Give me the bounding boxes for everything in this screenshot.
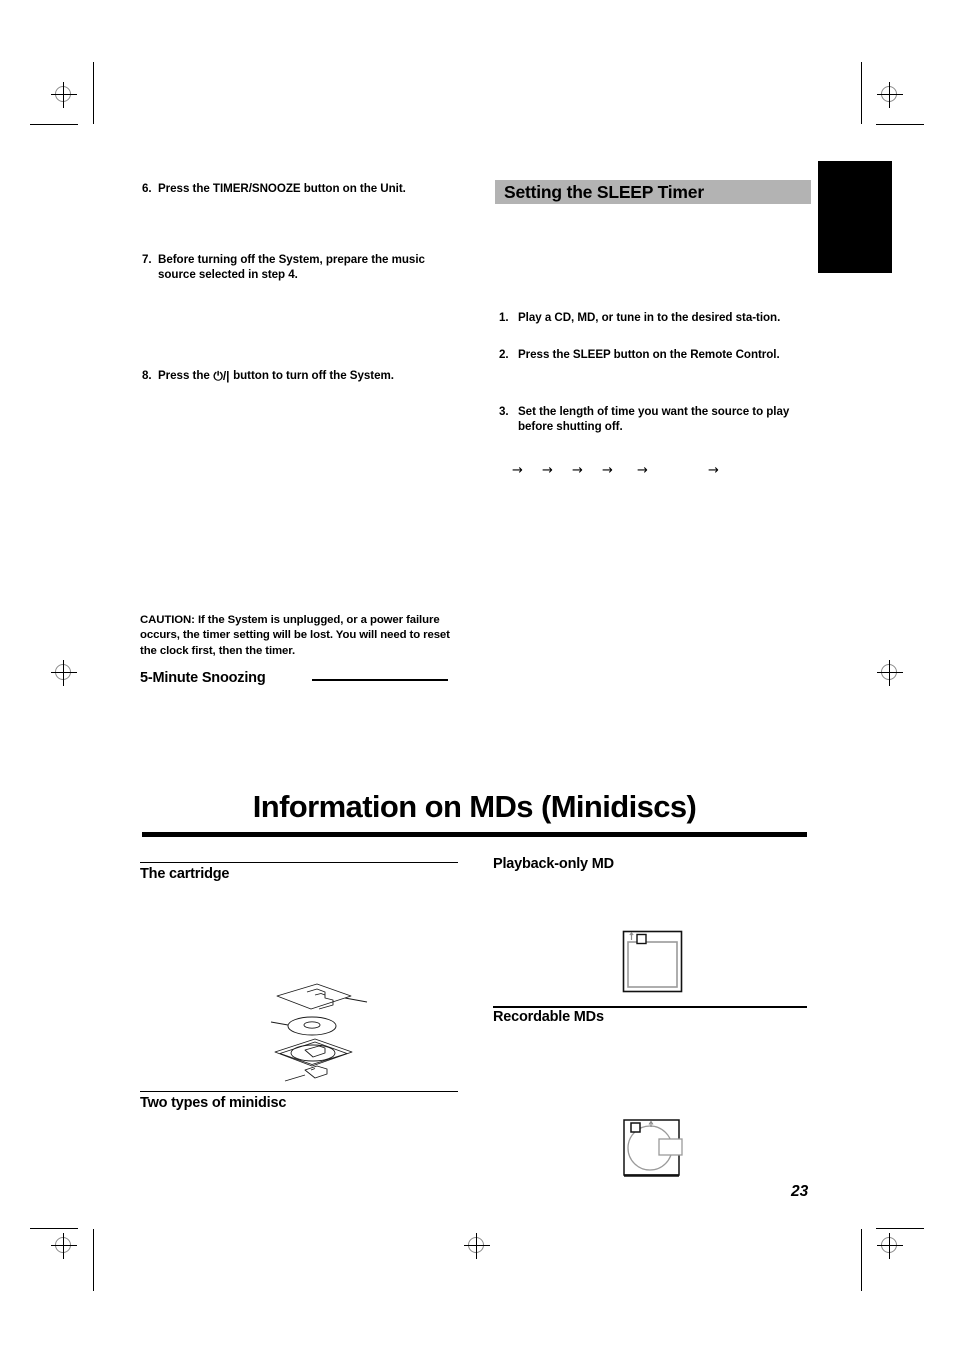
cartridge-heading: The cartridge xyxy=(140,866,230,882)
sleep-sequence-arrow-6: → xyxy=(708,463,719,478)
types-heading-rule xyxy=(140,1091,458,1092)
crop-mark-bottom-left-horizontal xyxy=(30,1228,78,1229)
power-standby-icon: ⏻/| xyxy=(213,369,230,383)
step-item-7: 7. Before turning off the System, prepar… xyxy=(142,253,460,282)
step-item-6: 6. Press the TIMER/SNOOZE button on the … xyxy=(142,182,460,197)
section-bar-sleep-timer: Setting the SLEEP Timer xyxy=(495,180,811,204)
recordable-mds-heading: Recordable MDs xyxy=(493,1009,604,1025)
step-number: 8. xyxy=(142,369,152,382)
step-number: 6. xyxy=(142,182,152,195)
crop-mark-top-left-horizontal xyxy=(30,124,78,125)
chapter-thumb-tab xyxy=(818,161,892,273)
crop-mark-bottom-right-horizontal xyxy=(876,1228,924,1229)
crop-mark-bottom-right-vertical xyxy=(861,1229,862,1291)
step-text: Press the TIMER/SNOOZE button on the Uni… xyxy=(158,182,406,195)
sleep-sequence-arrow-2: → xyxy=(542,463,553,478)
crop-mark-bottom-left-vertical xyxy=(93,1229,94,1291)
step-text: Press the SLEEP button on the Remote Con… xyxy=(518,348,780,361)
sleep-step-item-1: 1. Play a CD, MD, or tune in to the desi… xyxy=(499,311,817,326)
types-of-minidisc-heading: Two types of minidisc xyxy=(140,1095,287,1111)
step-text-after: button to turn off the System. xyxy=(233,369,394,382)
sleep-sequence-arrow-1: → xyxy=(512,463,523,478)
page-title: Information on MDs (Minidiscs) xyxy=(252,789,697,824)
crop-mark-top-left-vertical xyxy=(93,62,94,124)
exploded-minidisc-cartridge-diagram xyxy=(255,978,370,1088)
registration-mark-top-right xyxy=(877,82,903,108)
step-item-8: 8. Press the ⏻/| button to turn off the … xyxy=(142,369,472,384)
crop-mark-top-right-horizontal xyxy=(876,124,924,125)
playback-only-md-cartridge-figure xyxy=(622,930,684,994)
caution-note: CAUTION: If the System is unplugged, or … xyxy=(140,614,450,657)
sleep-sequence-arrow-4: → xyxy=(602,463,613,478)
registration-mark-middle-left xyxy=(51,660,77,686)
registration-mark-middle-right xyxy=(877,660,903,686)
registration-mark-bottom-left xyxy=(51,1233,77,1259)
registration-mark-top-left xyxy=(51,82,77,108)
manual-page: 6. Press the TIMER/SNOOZE button on the … xyxy=(0,0,954,1351)
section-bar-label: Setting the SLEEP Timer xyxy=(504,181,704,202)
snoozing-heading-rule xyxy=(312,679,448,681)
step-text: Play a CD, MD, or tune in to the desired… xyxy=(518,311,781,324)
step-number: 7. xyxy=(142,253,152,266)
step-number: 2. xyxy=(499,348,509,361)
registration-mark-bottom-center xyxy=(464,1233,490,1259)
playback-only-md-heading: Playback-only MD xyxy=(493,856,614,872)
page-number: 23 xyxy=(791,1183,809,1200)
step-number: 3. xyxy=(499,405,509,418)
sleep-sequence-arrow-3: → xyxy=(572,463,583,478)
recordable-heading-rule xyxy=(493,1006,807,1008)
snoozing-heading: 5-Minute Snoozing xyxy=(140,670,266,686)
sleep-sequence-arrow-5: → xyxy=(637,463,648,478)
registration-mark-bottom-right xyxy=(877,1233,903,1259)
step-text-before: Press the xyxy=(158,369,210,382)
page-title-rule xyxy=(142,832,807,837)
sleep-step-item-3: 3. Set the length of time you want the s… xyxy=(499,405,815,434)
cartridge-heading-rule xyxy=(140,862,458,863)
step-text: Set the length of time you want the sour… xyxy=(518,405,790,433)
sleep-step-item-2: 2. Press the SLEEP button on the Remote … xyxy=(499,348,804,363)
step-number: 1. xyxy=(499,311,509,324)
crop-mark-top-right-vertical xyxy=(861,62,862,124)
recordable-md-cartridge-figure xyxy=(622,1118,684,1180)
step-text: Before turning off the System, prepare t… xyxy=(158,253,425,281)
